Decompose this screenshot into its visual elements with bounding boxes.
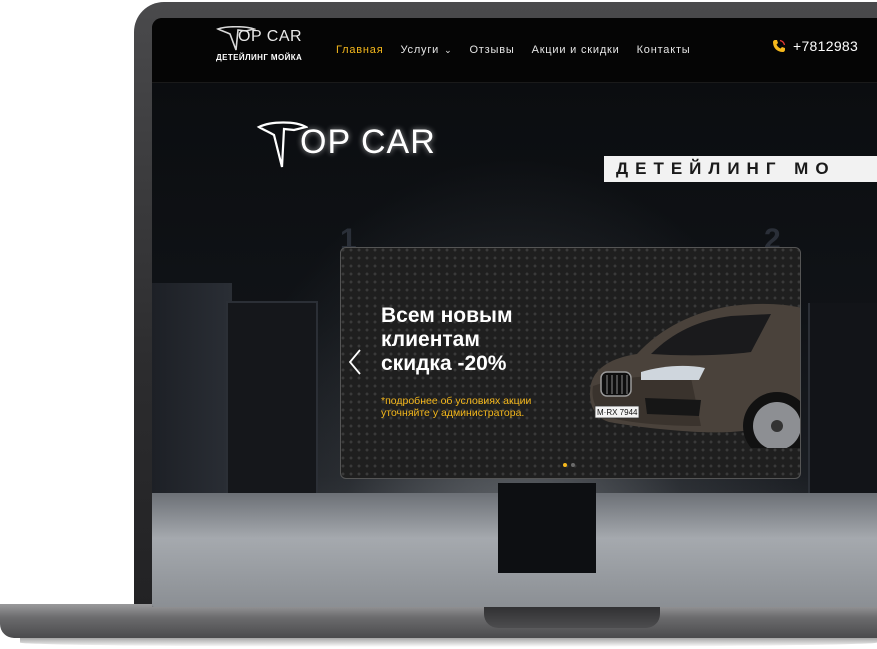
nav-item-services[interactable]: Услуги ⌄ bbox=[400, 44, 452, 56]
phone-icon bbox=[773, 39, 786, 52]
nav-item-reviews[interactable]: Отзывы bbox=[469, 44, 514, 56]
slider-dots bbox=[563, 463, 575, 467]
laptop-notch bbox=[484, 604, 660, 628]
logo[interactable]: OP CAR ДЕТЕЙЛИНГ МОЙКА bbox=[216, 26, 316, 72]
laptop-base bbox=[0, 604, 877, 638]
phone-number: +7812983 bbox=[793, 38, 859, 54]
nav-item-promotions[interactable]: Акции и скидки bbox=[532, 44, 620, 56]
slide-title-line: клиентам bbox=[381, 328, 480, 351]
nav-item-home[interactable]: Главная bbox=[336, 44, 383, 56]
chevron-down-icon: ⌄ bbox=[444, 45, 453, 55]
slider-dot[interactable] bbox=[571, 463, 575, 467]
main-nav: Главная Услуги ⌄ Отзывы Акции и скидки Ко… bbox=[336, 40, 691, 60]
brand-sign: OP CAR bbox=[300, 123, 436, 161]
phone-link[interactable]: +7812983 bbox=[772, 38, 858, 54]
slide-note-line: уточняйте у администратора. bbox=[381, 407, 525, 419]
promo-slider[interactable]: Всем новым клиентам скидка -20% *подробн… bbox=[340, 247, 801, 479]
nav-item-contacts[interactable]: Контакты bbox=[637, 44, 691, 56]
laptop-shadow bbox=[20, 638, 877, 647]
slide-note: *подробнее об условиях акции уточняйте у… bbox=[381, 395, 581, 419]
sign-board: ДЕТЕЙЛИНГ МО bbox=[604, 156, 877, 182]
garage-door-right bbox=[808, 303, 877, 513]
sign-board-text: ДЕТЕЙЛИНГ МО bbox=[616, 159, 836, 178]
logo-text: OP CAR bbox=[238, 28, 303, 45]
chevron-left-icon[interactable] bbox=[347, 348, 367, 378]
slide-title-line: скидка -20% bbox=[381, 352, 507, 375]
site-header: OP CAR ДЕТЕЙЛИНГ МОЙКА Главная Услуги ⌄ О… bbox=[152, 18, 877, 83]
slide-title: Всем новым клиентам скидка -20% bbox=[381, 304, 581, 376]
pillar bbox=[498, 483, 596, 573]
car-image: M·RX 7944 bbox=[590, 303, 800, 448]
license-plate: M·RX 7944 bbox=[597, 408, 638, 417]
logo-subtitle: ДЕТЕЙЛИНГ МОЙКА bbox=[216, 53, 303, 62]
slider-dot[interactable] bbox=[563, 463, 567, 467]
laptop-screen: OP CAR ДЕТЕЙЛИНГ МОЙКА Главная Услуги ⌄ О… bbox=[152, 18, 877, 607]
nav-item-services-label: Услуги bbox=[400, 44, 440, 56]
slide-title-line: Всем новым bbox=[381, 304, 513, 327]
slide-note-line: *подробнее об условиях акции bbox=[381, 395, 532, 407]
